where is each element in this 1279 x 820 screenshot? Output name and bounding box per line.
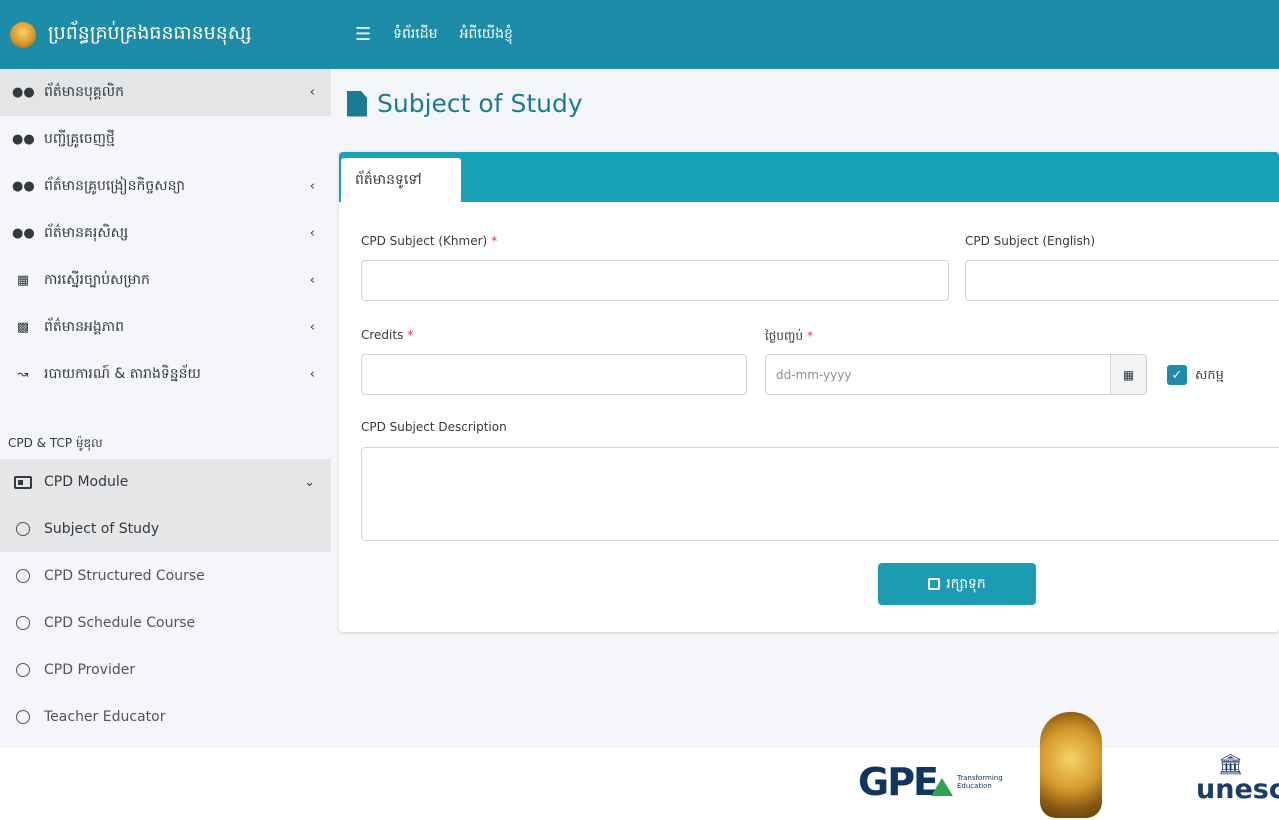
chevron-down-icon: ⌄	[304, 474, 315, 490]
required-mark: *	[407, 328, 414, 342]
sidebar-item-staff-info[interactable]: ●● ព័ត៌មានបុគ្គលិក ‹	[0, 69, 331, 116]
sidebar-item-cpd-module[interactable]: CPD Module ⌄	[0, 459, 331, 505]
file-icon	[347, 90, 367, 117]
gpe-logo: GPE Transforming Education	[858, 760, 1003, 804]
sidebar-item-institution-info[interactable]: ▩ ព័ត៌មានអង្គភាព ‹	[0, 304, 331, 351]
calendar-check-icon: ▦	[16, 273, 30, 288]
building-icon: ▩	[16, 320, 30, 335]
hamburger-menu-icon[interactable]: ☰	[355, 24, 371, 45]
sidebar-item-label: របាយការណ៍ & តារាងទិន្នន័យ	[44, 366, 201, 382]
sidebar-item-cpd-structured-course[interactable]: CPD Structured Course	[0, 552, 331, 599]
expiry-date-label-text: ថ្ងៃបញ្ចប់	[765, 329, 804, 343]
page-title: Subject of Study	[347, 89, 583, 118]
chart-line-icon: ↝	[17, 367, 29, 382]
unesco-temple-icon: 🏛	[1218, 752, 1244, 776]
sidebar-item-label: CPD Structured Course	[44, 567, 205, 584]
description-textarea[interactable]	[361, 447, 1279, 541]
chevron-left-icon: ‹	[309, 320, 315, 335]
subject-khmer-label: CPD Subject (Khmer) *	[361, 234, 497, 248]
ministry-emblem-icon	[1040, 712, 1102, 818]
sidebar: ប្រព័ន្ធគ្រប់គ្រងធនធានមនុស្ស ●● ព័ត៌មានប…	[0, 0, 331, 748]
sidebar-item-label: បញ្ជីគ្រូចេញថ្មី	[44, 131, 115, 147]
circle-icon	[16, 662, 30, 677]
save-button-label: រក្សាទុក	[946, 575, 986, 592]
sidebar-item-new-teachers[interactable]: ●● បញ្ជីគ្រូចេញថ្មី	[0, 116, 331, 163]
sidebar-item-teacher-educator[interactable]: Teacher Educator	[0, 693, 331, 740]
sidebar-item-label: ព័ត៌មានអង្គភាព	[44, 319, 124, 335]
circle-icon	[16, 615, 30, 630]
sidebar-item-label: ព័ត៌មានបុគ្គលិក	[44, 84, 124, 100]
subject-english-input[interactable]	[965, 260, 1279, 301]
credits-input[interactable]	[361, 354, 747, 395]
calendar-icon[interactable]: ▦	[1111, 354, 1147, 395]
chevron-left-icon: ‹	[309, 367, 315, 382]
users-icon: ●●	[12, 132, 35, 147]
sidebar-item-label: Teacher Educator	[44, 708, 166, 725]
chevron-left-icon: ‹	[309, 273, 315, 288]
required-mark: *	[491, 234, 498, 248]
gpe-tagline-line1: Transforming	[957, 774, 1003, 782]
sidebar-item-label: CPD Schedule Course	[44, 614, 196, 631]
nav-link-home[interactable]: ទំព័រដើម	[393, 24, 437, 45]
description-label: CPD Subject Description	[361, 420, 507, 434]
sidebar-section-header: CPD & TCP ម៉ូឌុល	[8, 436, 103, 450]
footer-logos: GPE Transforming Education 🏛 unesco	[0, 712, 1279, 820]
main-content: Subject of Study ព័ត៌មានទូទៅ CPD Subject…	[331, 69, 1279, 748]
active-checkbox[interactable]: ✓	[1167, 365, 1187, 385]
users-icon: ●●	[12, 85, 35, 100]
expiry-date-label: ថ្ងៃបញ្ចប់ *	[765, 328, 813, 346]
app-logo-icon	[10, 21, 36, 48]
chevron-left-icon: ‹	[309, 85, 315, 100]
sidebar-item-label: Subject of Study	[44, 520, 160, 537]
gpe-arrow-icon	[931, 778, 953, 796]
circle-icon	[16, 521, 30, 536]
id-card-icon	[14, 475, 32, 489]
gpe-tagline-line2: Education	[957, 782, 992, 790]
sidebar-item-subject-of-study[interactable]: Subject of Study	[0, 505, 331, 552]
app-title: ប្រព័ន្ធគ្រប់គ្រងធនធានមនុស្ស	[48, 21, 252, 44]
sidebar-item-label: CPD Module	[44, 474, 129, 490]
sidebar-item-reports[interactable]: ↝ របាយការណ៍ & តារាងទិន្នន័យ ‹	[0, 351, 331, 398]
sidebar-item-label: ការស្នើរច្បាប់សម្រាក	[44, 272, 150, 288]
save-button[interactable]: រក្សាទុក	[878, 563, 1036, 605]
users-icon: ●●	[12, 179, 35, 194]
sidebar-item-trainee-teachers[interactable]: ●● ព័ត៌មានគរុសិស្ស ‹	[0, 210, 331, 257]
expiry-date-input[interactable]: dd-mm-yyyy	[765, 354, 1111, 395]
circle-icon	[16, 568, 30, 583]
sidebar-item-label: CPD Provider	[44, 661, 136, 678]
save-icon	[928, 578, 941, 590]
card-tab-bar: ព័ត៌មានទូទៅ	[339, 152, 1279, 202]
chevron-left-icon: ‹	[309, 226, 315, 241]
nav-link-about[interactable]: អំពីយើងខ្ញុំ	[460, 24, 513, 45]
users-icon: ●●	[12, 226, 35, 241]
gpe-letters: GPE	[858, 760, 939, 804]
page-title-text: Subject of Study	[377, 89, 583, 118]
sidebar-item-contract-teachers[interactable]: ●● ព័ត៌មានគ្រូបង្រៀនកិច្ចសន្យា ‹	[0, 163, 331, 210]
circle-icon	[16, 709, 30, 724]
brand[interactable]: ប្រព័ន្ធគ្រប់គ្រងធនធានមនុស្ស	[0, 0, 331, 69]
top-navbar: ☰ ទំព័រដើម អំពីយើងខ្ញុំ	[331, 0, 1279, 69]
active-label: សកម្ម	[1195, 368, 1224, 383]
chevron-left-icon: ‹	[309, 179, 315, 194]
sidebar-item-label: ព័ត៌មានគរុសិស្ស	[44, 225, 129, 241]
subject-english-label: CPD Subject (English)	[965, 234, 1096, 248]
sidebar-item-label: ព័ត៌មានគ្រូបង្រៀនកិច្ចសន្យា	[44, 178, 185, 194]
subject-khmer-label-text: CPD Subject (Khmer)	[361, 234, 488, 248]
credits-label-text: Credits	[361, 328, 404, 342]
sidebar-item-leave-request[interactable]: ▦ ការស្នើរច្បាប់សម្រាក ‹	[0, 257, 331, 304]
required-mark: *	[807, 329, 814, 343]
unesco-logo-text: unesco	[1196, 774, 1279, 805]
sidebar-item-cpd-provider[interactable]: CPD Provider	[0, 646, 331, 693]
credits-label: Credits *	[361, 328, 413, 342]
sidebar-item-cpd-schedule-course[interactable]: CPD Schedule Course	[0, 599, 331, 646]
gpe-tagline: Transforming Education	[957, 774, 1003, 790]
tab-general-info[interactable]: ព័ត៌មានទូទៅ	[341, 158, 461, 202]
subject-khmer-input[interactable]	[361, 260, 949, 301]
form-card: ព័ត៌មានទូទៅ CPD Subject (Khmer) * CPD Sub…	[339, 152, 1279, 632]
